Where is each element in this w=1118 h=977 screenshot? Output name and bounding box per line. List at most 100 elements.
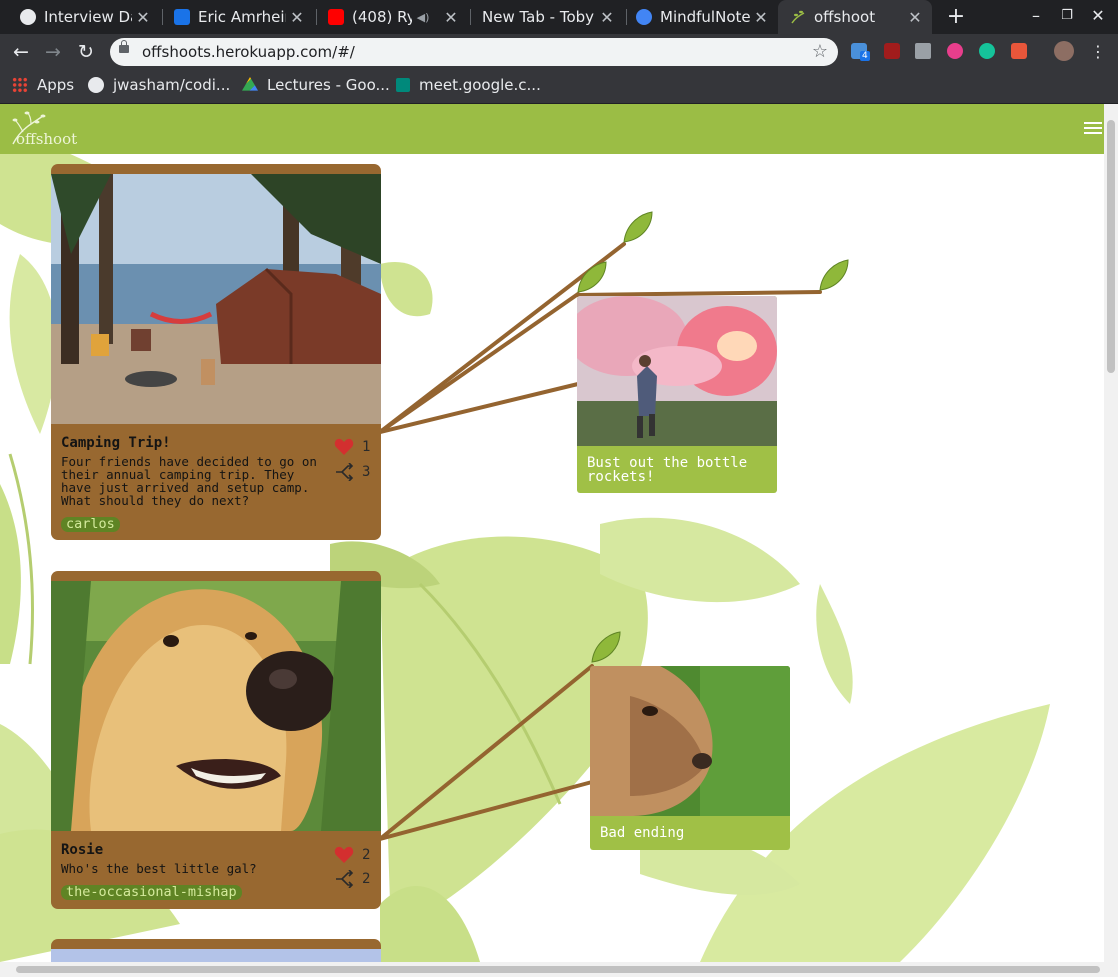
restore-window-icon[interactable]: ❐ (1055, 8, 1079, 23)
browser-tab[interactable]: Interview Da ✕ (0, 0, 160, 34)
close-tab-icon[interactable]: ✕ (596, 8, 618, 27)
heart-icon[interactable] (334, 438, 354, 456)
bookmark-label: Lectures - Goo... (267, 76, 390, 94)
likes-counter[interactable]: 1 (334, 438, 370, 456)
printer-extension-icon[interactable] (915, 43, 931, 59)
new-tab-button[interactable]: + (944, 4, 968, 29)
offshoot-page: offshoot Camping Trip! Four friends have… (0, 104, 1104, 962)
browser-tab[interactable]: (408) Rya ◀) ✕ (308, 0, 468, 34)
tab-title: Eric Amrhein (198, 8, 286, 26)
story-description: Who's the best little gal? (61, 861, 257, 876)
browser-toolbar: ← → ↻ offshoots.herokuapp.com/#/ ☆ 4 ⋮ (0, 34, 1118, 70)
github-icon (88, 77, 104, 93)
story-description: Four friends have decided to go on their… (61, 454, 317, 508)
story-photo[interactable] (51, 949, 381, 962)
offshoot-sprout-icon (790, 9, 806, 25)
story-title[interactable]: Rosie (61, 842, 103, 858)
branches-counter[interactable]: 3 (334, 463, 370, 481)
extension-badge: 4 (860, 51, 870, 61)
brain-icon (636, 9, 652, 25)
close-tab-icon[interactable]: ✕ (750, 8, 772, 27)
extension-rocket-icon[interactable] (1011, 43, 1027, 59)
google-drive-icon (242, 77, 258, 91)
branch-card[interactable]: Bust out the bottle rockets! (577, 296, 777, 493)
scrollbar-thumb[interactable] (16, 966, 1100, 973)
reload-icon[interactable]: ↻ (74, 40, 98, 64)
heart-icon[interactable] (334, 846, 354, 864)
branch-split-icon[interactable] (334, 463, 354, 481)
horizontal-scrollbar[interactable] (0, 962, 1118, 977)
branch-split-icon[interactable] (334, 870, 354, 888)
leaf-icon (591, 631, 621, 663)
branch-photo[interactable] (577, 296, 777, 446)
branches-count: 2 (362, 871, 371, 887)
story-card[interactable]: Camping Trip! Four friends have decided … (51, 164, 381, 540)
bookmark-star-icon[interactable]: ☆ (812, 41, 828, 62)
likes-count: 2 (362, 847, 371, 863)
apps-grid-icon (12, 77, 28, 93)
extension-tab-manager-icon[interactable]: 4 (851, 43, 870, 61)
branch-photo[interactable] (590, 666, 790, 816)
youtube-icon (328, 9, 344, 25)
back-arrow-icon[interactable]: ← (9, 40, 33, 64)
close-tab-icon[interactable]: ✕ (440, 8, 462, 27)
tab-title: (408) Rya (352, 8, 412, 26)
minimize-window-icon[interactable]: – (1024, 6, 1048, 25)
leaf-icon (819, 259, 849, 291)
bookmark-lectures[interactable]: Lectures - Goo... (242, 76, 390, 94)
branch-card[interactable]: Bad ending (590, 666, 790, 850)
branch-label[interactable]: Bust out the bottle rockets! (587, 456, 777, 484)
close-tab-icon[interactable]: ✕ (132, 8, 154, 27)
username-badge[interactable]: carlos (61, 517, 120, 532)
vertical-scrollbar[interactable] (1104, 104, 1118, 962)
profile-avatar[interactable] (1054, 41, 1074, 61)
story-card[interactable] (51, 939, 381, 962)
branch-line (378, 664, 594, 841)
forward-arrow-icon[interactable]: → (41, 40, 65, 64)
google-meet-icon (396, 78, 410, 92)
browser-tab-active[interactable]: offshoot ✕ (778, 0, 932, 34)
likes-count: 1 (362, 439, 371, 455)
address-bar[interactable]: offshoots.herokuapp.com/#/ ☆ (110, 38, 838, 66)
close-tab-icon[interactable]: ✕ (286, 8, 308, 27)
tab-title: offshoot (814, 8, 876, 26)
tab-title: MindfulNote (660, 8, 750, 26)
bookmark-label: jwasham/codi... (113, 76, 231, 94)
bookmarks-bar: Apps jwasham/codi... Lectures - Goo... m… (0, 70, 1118, 104)
browser-tab[interactable]: Eric Amrhein ✕ (154, 0, 314, 34)
leaf-icon (623, 211, 653, 243)
story-title[interactable]: Camping Trip! (61, 435, 171, 451)
kebab-menu-icon[interactable]: ⋮ (1086, 40, 1110, 64)
lock-icon (119, 40, 129, 53)
branch-line (576, 290, 822, 297)
tab-title: Interview Da (44, 8, 132, 26)
scrollbar-thumb[interactable] (1107, 120, 1115, 373)
grammarly-icon[interactable] (979, 43, 995, 59)
bookmark-github[interactable]: jwasham/codi... (88, 76, 230, 94)
bookmark-label: Apps (37, 76, 75, 94)
branch-line (378, 292, 580, 434)
browser-tab[interactable]: MindfulNote ✕ (616, 0, 778, 34)
bookmark-label: meet.google.c... (419, 76, 541, 94)
browser-tab-strip: Interview Da ✕ Eric Amrhein ✕ (408) Rya … (0, 0, 1118, 34)
likes-counter[interactable]: 2 (334, 846, 370, 864)
tab-title: New Tab - Toby (482, 8, 595, 26)
bookmark-apps[interactable]: Apps (12, 76, 74, 94)
browser-tab[interactable]: New Tab - Toby ✕ (462, 0, 624, 34)
circle-logo-icon (20, 9, 36, 25)
story-card[interactable]: Rosie Who's the best little gal? the-occ… (51, 571, 381, 909)
branches-counter[interactable]: 2 (334, 870, 370, 888)
url-text: offshoots.herokuapp.com/#/ (142, 43, 355, 61)
username-badge[interactable]: the-occasional-mishap (61, 885, 242, 900)
bookmark-meet[interactable]: meet.google.c... (396, 76, 541, 94)
story-photo[interactable] (51, 581, 381, 831)
ublock-icon[interactable] (884, 43, 900, 59)
close-tab-icon[interactable]: ✕ (904, 8, 926, 27)
branch-label[interactable]: Bad ending (600, 826, 684, 840)
close-window-icon[interactable]: ✕ (1086, 6, 1110, 25)
extension-t-icon[interactable] (947, 43, 963, 59)
e-blog-icon (174, 9, 190, 25)
branches-count: 3 (362, 464, 371, 480)
speaker-icon[interactable]: ◀) (412, 11, 434, 24)
story-photo[interactable] (51, 174, 381, 424)
